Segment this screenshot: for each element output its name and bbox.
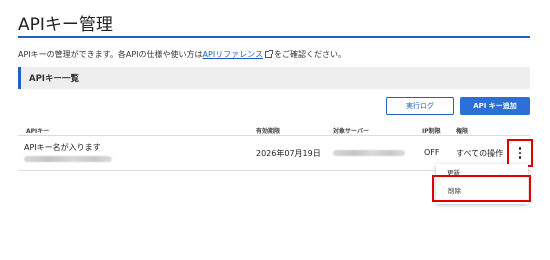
api-key-value-redacted bbox=[24, 156, 112, 162]
column-header-target-server: 対象サーバー bbox=[333, 128, 369, 135]
section-title: APIキー一覧 bbox=[29, 74, 79, 84]
execution-log-button[interactable]: 実行ログ bbox=[386, 97, 454, 115]
column-header-ip-limit: IP制限 bbox=[422, 128, 441, 135]
api-reference-link[interactable]: APIリファレンス bbox=[203, 50, 264, 59]
delete-highlight: 削除 bbox=[432, 175, 531, 202]
permission-value: すべての操作 bbox=[456, 149, 504, 158]
target-server-redacted bbox=[333, 150, 405, 156]
title-underline bbox=[18, 36, 530, 38]
column-header-permission: 権限 bbox=[456, 128, 469, 135]
api-key-name: APIキー名が入ります bbox=[24, 143, 101, 152]
column-header-api-key: APIキー bbox=[26, 128, 50, 135]
more-vertical-icon[interactable] bbox=[511, 143, 529, 163]
description-text-end: をご確認ください。 bbox=[274, 50, 347, 59]
more-button-highlight bbox=[507, 139, 533, 167]
column-header-expiry: 有効期限 bbox=[256, 128, 281, 135]
page-title: APIキー管理 bbox=[18, 15, 113, 35]
description-text: APIキーの管理ができます。各APIの仕様や使い方は bbox=[18, 50, 203, 59]
page-description: APIキーの管理ができます。各APIの仕様や使い方はAPIリファレンス をご確認く… bbox=[18, 49, 346, 60]
ip-limit-value: OFF bbox=[424, 148, 440, 157]
add-api-key-button[interactable]: API キー追加 bbox=[460, 97, 530, 115]
section-header: APIキー一覧 bbox=[18, 67, 530, 89]
header-divider bbox=[18, 135, 530, 136]
menu-item-delete[interactable]: 削除 bbox=[448, 185, 461, 195]
expiry-date: 2026年07月19日 bbox=[256, 149, 321, 158]
external-link-icon bbox=[265, 50, 274, 58]
